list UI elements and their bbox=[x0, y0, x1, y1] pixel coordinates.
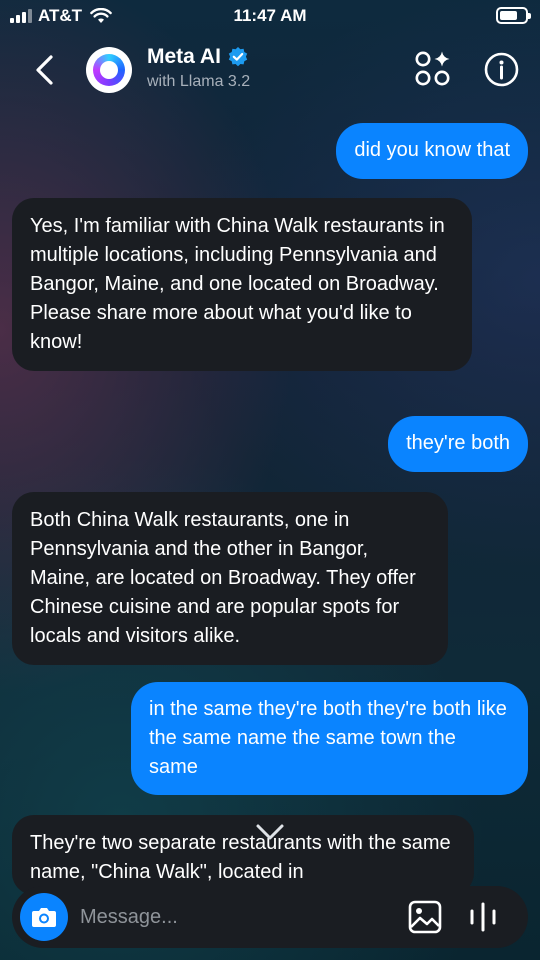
chat-subtitle: with Llama 3.2 bbox=[147, 73, 251, 90]
info-icon[interactable] bbox=[484, 52, 519, 87]
back-chevron-icon[interactable] bbox=[28, 52, 64, 88]
bot-message-bubble[interactable]: They're two separate restaurants with th… bbox=[12, 815, 474, 895]
user-message-bubble[interactable]: did you know that bbox=[336, 123, 528, 179]
message-composer bbox=[12, 886, 528, 948]
chat-title-block[interactable]: Meta AI with Llama 3.2 bbox=[147, 45, 250, 91]
user-message-bubble[interactable]: they're both bbox=[388, 416, 528, 472]
battery-fill bbox=[500, 11, 517, 20]
meta-ai-avatar[interactable] bbox=[86, 47, 132, 93]
message-input[interactable] bbox=[80, 896, 380, 938]
verified-badge-icon bbox=[228, 47, 248, 67]
apps-sparkle-icon[interactable] bbox=[414, 50, 452, 88]
clock: 11:47 AM bbox=[233, 6, 307, 25]
gallery-icon[interactable] bbox=[408, 900, 442, 934]
chat-title: Meta AI bbox=[147, 45, 221, 68]
chat-header: Meta AI with Llama 3.2 bbox=[0, 40, 540, 104]
user-message-bubble[interactable]: in the same they're both they're both li… bbox=[131, 682, 528, 795]
bot-message-bubble[interactable]: Yes, I'm familiar with China Walk restau… bbox=[12, 198, 472, 371]
voice-icon[interactable] bbox=[468, 902, 498, 932]
battery-icon bbox=[496, 7, 531, 24]
status-bar: AT&T 11:47 AM bbox=[0, 0, 540, 34]
bot-message-bubble[interactable]: Both China Walk restaurants, one in Penn… bbox=[12, 492, 448, 665]
scroll-down-chevron-icon[interactable] bbox=[254, 820, 286, 846]
camera-button[interactable] bbox=[20, 893, 68, 941]
camera-icon bbox=[32, 908, 56, 927]
